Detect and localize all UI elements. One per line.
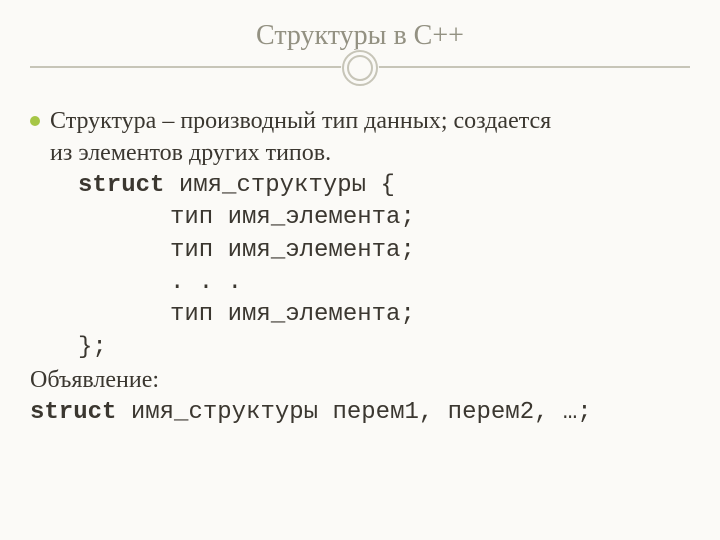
keyword-struct: struct bbox=[30, 399, 116, 426]
slide-body: Структура – производный тип данных; созд… bbox=[30, 105, 690, 429]
code-text: имя_структуры { bbox=[179, 172, 395, 199]
title-divider-ornament bbox=[30, 49, 690, 87]
code-line: тип имя_элемента; bbox=[170, 235, 690, 267]
code-line: тип имя_элемента; bbox=[170, 202, 690, 234]
bullet-item: Структура – производный тип данных; созд… bbox=[30, 105, 690, 170]
code-line: }; bbox=[78, 332, 690, 364]
code-line: struct имя_структуры перем1, перем2, …; bbox=[30, 397, 690, 429]
code-line: . . . bbox=[170, 267, 690, 299]
bullet-text-line2: из элементов других типов. bbox=[50, 137, 551, 169]
code-text: имя_структуры перем1, перем2, …; bbox=[131, 399, 592, 426]
declaration-label: Объявление: bbox=[30, 364, 690, 396]
bullet-icon bbox=[30, 116, 40, 126]
keyword-struct: struct bbox=[78, 172, 164, 199]
code-line: тип имя_элемента; bbox=[170, 299, 690, 331]
code-line: struct имя_структуры { bbox=[78, 170, 690, 202]
bullet-text-line1: Структура – производный тип данных; созд… bbox=[50, 108, 551, 134]
